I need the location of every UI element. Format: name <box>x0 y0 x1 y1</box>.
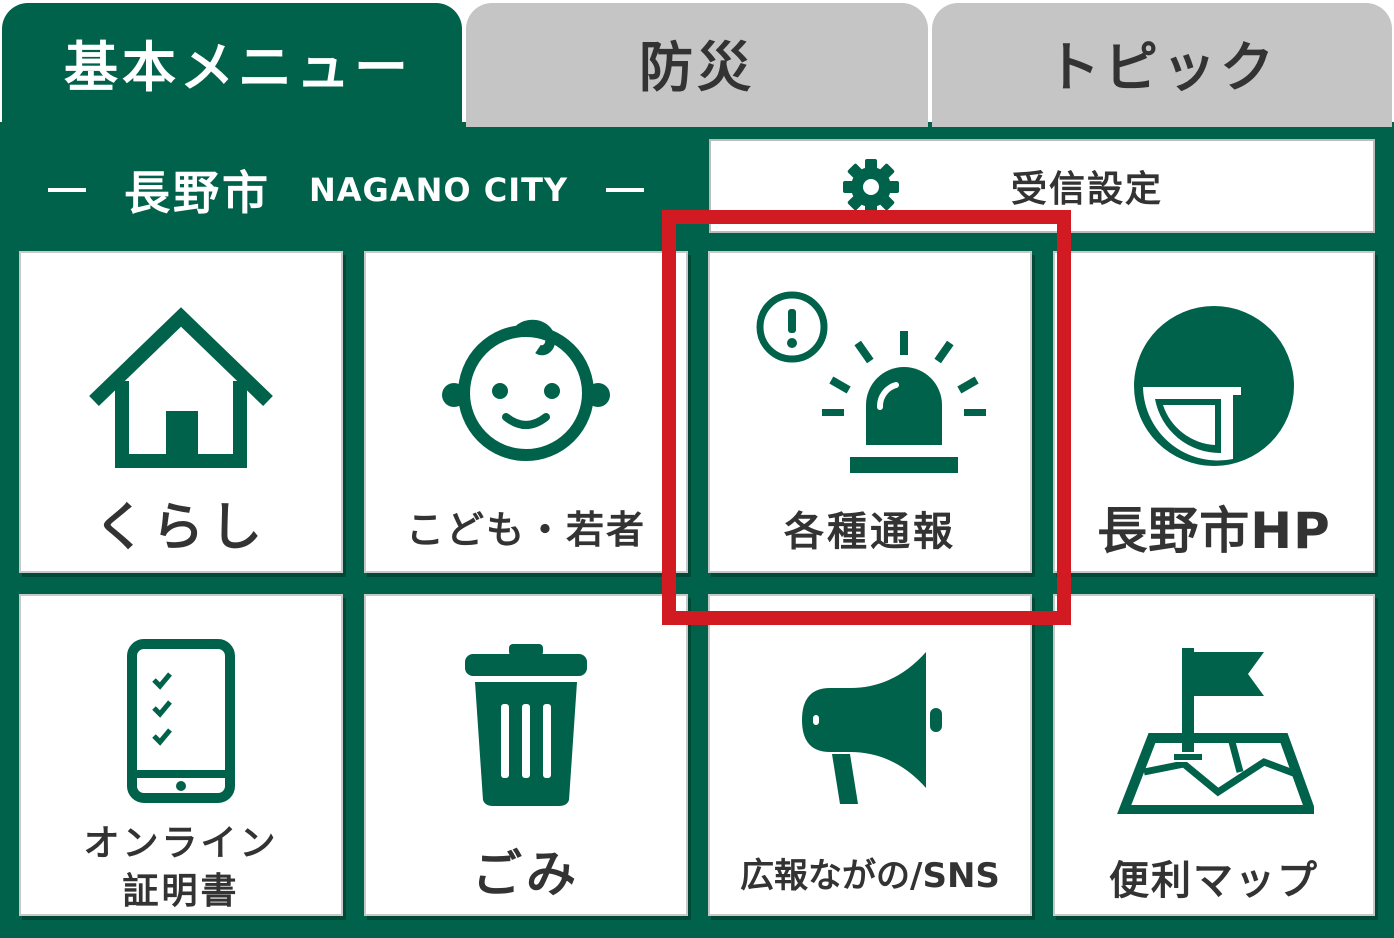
menu-item-reports[interactable]: 各種通報 <box>708 251 1032 573</box>
menu-item-garbage[interactable]: ごみ <box>364 594 688 916</box>
city-header: 長野市 NAGANO CITY <box>48 150 645 230</box>
map-flag-icon <box>1117 648 1314 814</box>
notification-settings-button[interactable]: 受信設定 <box>709 139 1375 233</box>
menu-label-pr-sns: 広報ながの/SNS <box>740 856 1000 896</box>
menu-label-city-hp: 長野市HP <box>1097 502 1331 560</box>
tab-topics[interactable]: トピック <box>932 3 1392 127</box>
menu-item-living[interactable]: くらし <box>19 251 343 573</box>
menu-label-reports: 各種通報 <box>784 509 956 555</box>
tab-basic-menu[interactable]: 基本メニュー <box>2 3 462 127</box>
smartphone-checklist-icon <box>127 639 235 803</box>
menu-item-map[interactable]: 便利マップ <box>1053 594 1375 916</box>
baby-face-icon <box>442 319 610 461</box>
city-logo-icon <box>1134 306 1294 466</box>
settings-label: 受信設定 <box>1010 169 1163 210</box>
menu-label-online-line2: 証明書 <box>122 871 240 912</box>
menu-item-city-hp[interactable]: 長野市HP <box>1053 251 1375 573</box>
city-name-en: NAGANO CITY <box>309 171 569 209</box>
menu-item-online-certificate[interactable]: オンライン 証明書 <box>19 594 343 916</box>
house-icon <box>89 307 273 468</box>
menu-item-pr-sns[interactable]: 広報ながの/SNS <box>708 594 1032 916</box>
menu-label-garbage: ごみ <box>472 845 580 903</box>
city-name-jp: 長野市 <box>124 166 271 220</box>
alarm-light-icon <box>756 291 986 473</box>
menu-item-children[interactable]: こども・若者 <box>364 251 688 573</box>
menu-label-living: くらし <box>93 498 268 558</box>
divider-right <box>606 188 645 192</box>
divider-left <box>48 188 86 192</box>
menu-label-children: こども・若者 <box>405 508 646 552</box>
trash-can-icon <box>465 644 587 806</box>
gear-icon <box>843 159 899 215</box>
menu-label-online-line1: オンライン <box>83 823 279 864</box>
megaphone-icon <box>802 652 942 804</box>
tab-disaster[interactable]: 防災 <box>466 3 928 127</box>
menu-label-map: 便利マップ <box>1109 858 1319 904</box>
app-screen: 基本メニュー 防災 トピック 長野市 NAGANO CITY 受信設定 くらし … <box>0 0 1394 938</box>
